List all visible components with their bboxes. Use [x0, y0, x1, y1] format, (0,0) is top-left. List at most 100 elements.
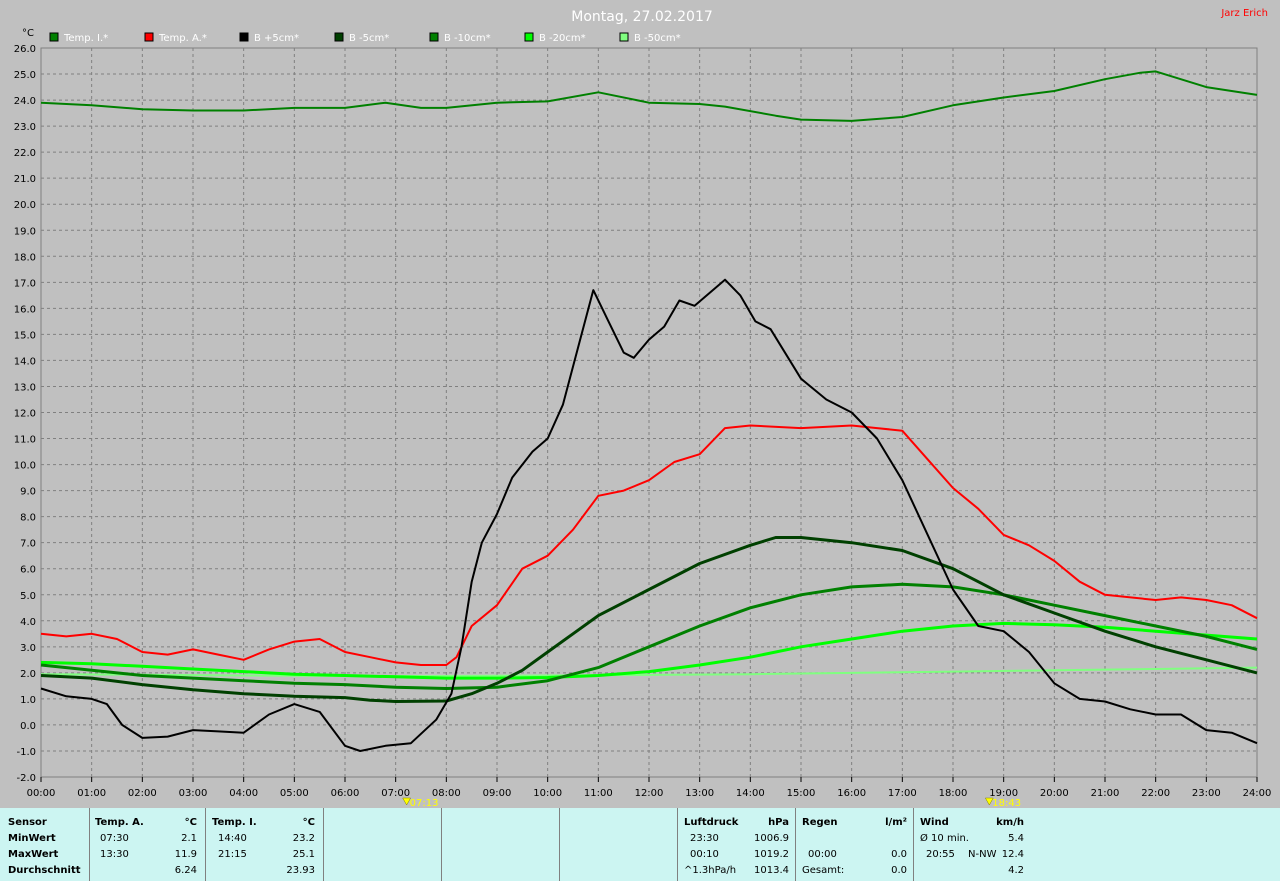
stats-col-rain: Regen l/m² 00:00 0.0 Gesamt: 0.0: [796, 808, 914, 881]
temp-i-min: 23.2: [292, 833, 315, 844]
stats-panel: Sensor MinWert MaxWert Durchschnitt Temp…: [0, 808, 1280, 881]
x-tick-label: 15:00: [787, 788, 816, 799]
y-axis-ticks: 26.0 25.0 24.0 23.0 22.0 21.0 20.0 19.0 18.0 17.0…: [14, 44, 36, 784]
y-tick-label: 7.0: [20, 539, 36, 550]
x-tick-label: 23:00: [1192, 788, 1221, 799]
legend-label: B -10cm*: [444, 33, 491, 44]
x-tick-label: 02:00: [128, 788, 157, 799]
wind-avg: 5.4: [1008, 833, 1024, 844]
temp-a-unit: °C: [184, 817, 197, 828]
wind-unit: km/h: [996, 817, 1024, 828]
x-tick-label: 07:00: [381, 788, 410, 799]
pressure-trend: ^1.3hPa/h: [684, 865, 737, 876]
y-tick-label: 23.0: [14, 122, 36, 133]
y-tick-label: 11.0: [14, 435, 36, 446]
wind-avg-label: Ø 10 min.: [920, 833, 969, 844]
legend-swatch: [524, 32, 534, 42]
x-tick-label: 06:00: [331, 788, 360, 799]
temp-i-max-time: 21:15: [218, 849, 247, 860]
stats-col-empty-2: [442, 808, 560, 881]
y-axis-unit: °C: [22, 28, 34, 39]
y-tick-label: 25.0: [14, 70, 36, 81]
pressure-max: 1019.2: [754, 849, 789, 860]
wind-gust-dir: N-NW: [968, 849, 997, 860]
x-tick-label: 16:00: [837, 788, 866, 799]
rain-total-label: Gesamt:: [802, 865, 845, 876]
x-tick-label: 20:00: [1040, 788, 1069, 799]
legend-swatch: [49, 32, 59, 42]
legend: Temp. I.* Temp. A.* B +5cm* B -5cm* B -10cm*…: [49, 32, 681, 44]
x-axis-ticks: 00:00 01:00 02:00 03:00 04:00 05:00 06:00 07:00…: [27, 777, 1272, 799]
row-label-avg: Durchschnitt: [8, 865, 81, 876]
pressure-min: 1006.9: [754, 833, 789, 844]
legend-swatch: [334, 32, 344, 42]
y-tick-label: 8.0: [20, 513, 36, 524]
pressure-title: Luftdruck: [684, 817, 739, 828]
temp-a-avg: 6.24: [174, 865, 197, 876]
y-tick-label: 9.0: [20, 487, 36, 498]
rain-time: 00:00: [808, 849, 837, 860]
x-tick-label: 14:00: [736, 788, 765, 799]
x-tick-label: 13:00: [685, 788, 714, 799]
y-tick-label: 0.0: [20, 721, 36, 732]
x-tick-label: 24:00: [1243, 788, 1272, 799]
wind-last: 4.2: [1008, 865, 1024, 876]
y-tick-label: -2.0: [16, 773, 36, 784]
legend-label: Temp. I.*: [63, 33, 108, 44]
x-tick-label: 10:00: [533, 788, 562, 799]
y-tick-label: 19.0: [14, 226, 36, 237]
x-tick-label: 21:00: [1091, 788, 1120, 799]
y-tick-label: 13.0: [14, 382, 36, 393]
pressure-trend-value: 1013.4: [754, 865, 789, 876]
y-tick-label: 2.0: [20, 669, 36, 680]
y-tick-label: 26.0: [14, 44, 36, 55]
temp-a-title: Temp. A.: [95, 817, 144, 828]
legend-swatch: [429, 32, 439, 42]
y-tick-label: 6.0: [20, 565, 36, 576]
x-tick-label: 04:00: [229, 788, 258, 799]
temp-a-min: 2.1: [181, 833, 197, 844]
stats-col-pressure: Luftdruck hPa 23:30 1006.9 00:10 1019.2 …: [678, 808, 796, 881]
legend-swatch: [144, 32, 154, 42]
stats-col-wind: Wind km/h Ø 10 min. 5.4 20:55 N-NW 12.4 …: [914, 808, 1032, 881]
y-tick-label: 18.0: [14, 252, 36, 263]
x-tick-label: 17:00: [888, 788, 917, 799]
x-tick-label: 22:00: [1141, 788, 1170, 799]
stats-col-empty-1: [324, 808, 442, 881]
temp-i-min-time: 14:40: [218, 833, 247, 844]
author-label: Jarz Erich: [1220, 8, 1268, 19]
x-tick-label: 18:00: [939, 788, 968, 799]
stats-col-empty-3: [560, 808, 678, 881]
temp-i-unit: °C: [302, 817, 315, 828]
wind-gust: 12.4: [1001, 849, 1024, 860]
rain-total: 0.0: [891, 865, 907, 876]
legend-swatch: [619, 32, 629, 42]
temp-i-title: Temp. I.: [212, 817, 257, 828]
y-tick-label: 1.0: [20, 695, 36, 706]
legend-label: B -50cm*: [634, 33, 681, 44]
stats-col-temp-i: Temp. I. °C 14:40 23.2 21:15 25.1 23.93: [206, 808, 324, 881]
y-tick-label: 20.0: [14, 200, 36, 211]
temp-i-max: 25.1: [292, 849, 315, 860]
y-tick-label: 16.0: [14, 304, 36, 315]
y-tick-label: 14.0: [14, 356, 36, 367]
legend-label: B -5cm*: [349, 33, 389, 44]
sunrise-marker-label: 07:13: [410, 798, 439, 808]
x-tick-label: 01:00: [77, 788, 106, 799]
x-tick-label: 11:00: [584, 788, 613, 799]
y-tick-label: 5.0: [20, 591, 36, 602]
weather-chart: Montag, 27.02.2017 Jarz Erich °C Temp. I…: [14, 8, 1272, 808]
x-tick-label: 05:00: [280, 788, 309, 799]
wind-gust-time: 20:55: [926, 849, 955, 860]
temp-a-max: 11.9: [174, 849, 197, 860]
sunset-marker-label: 18:43: [992, 798, 1021, 808]
y-tick-label: 10.0: [14, 461, 36, 472]
pressure-unit: hPa: [768, 817, 789, 828]
pressure-min-time: 23:30: [690, 833, 719, 844]
legend-label: B +5cm*: [254, 33, 299, 44]
rain-title: Regen: [802, 817, 838, 828]
temp-a-min-time: 07:30: [100, 833, 129, 844]
y-tick-label: 4.0: [20, 617, 36, 628]
rain-value: 0.0: [891, 849, 907, 860]
y-tick-label: 21.0: [14, 174, 36, 185]
